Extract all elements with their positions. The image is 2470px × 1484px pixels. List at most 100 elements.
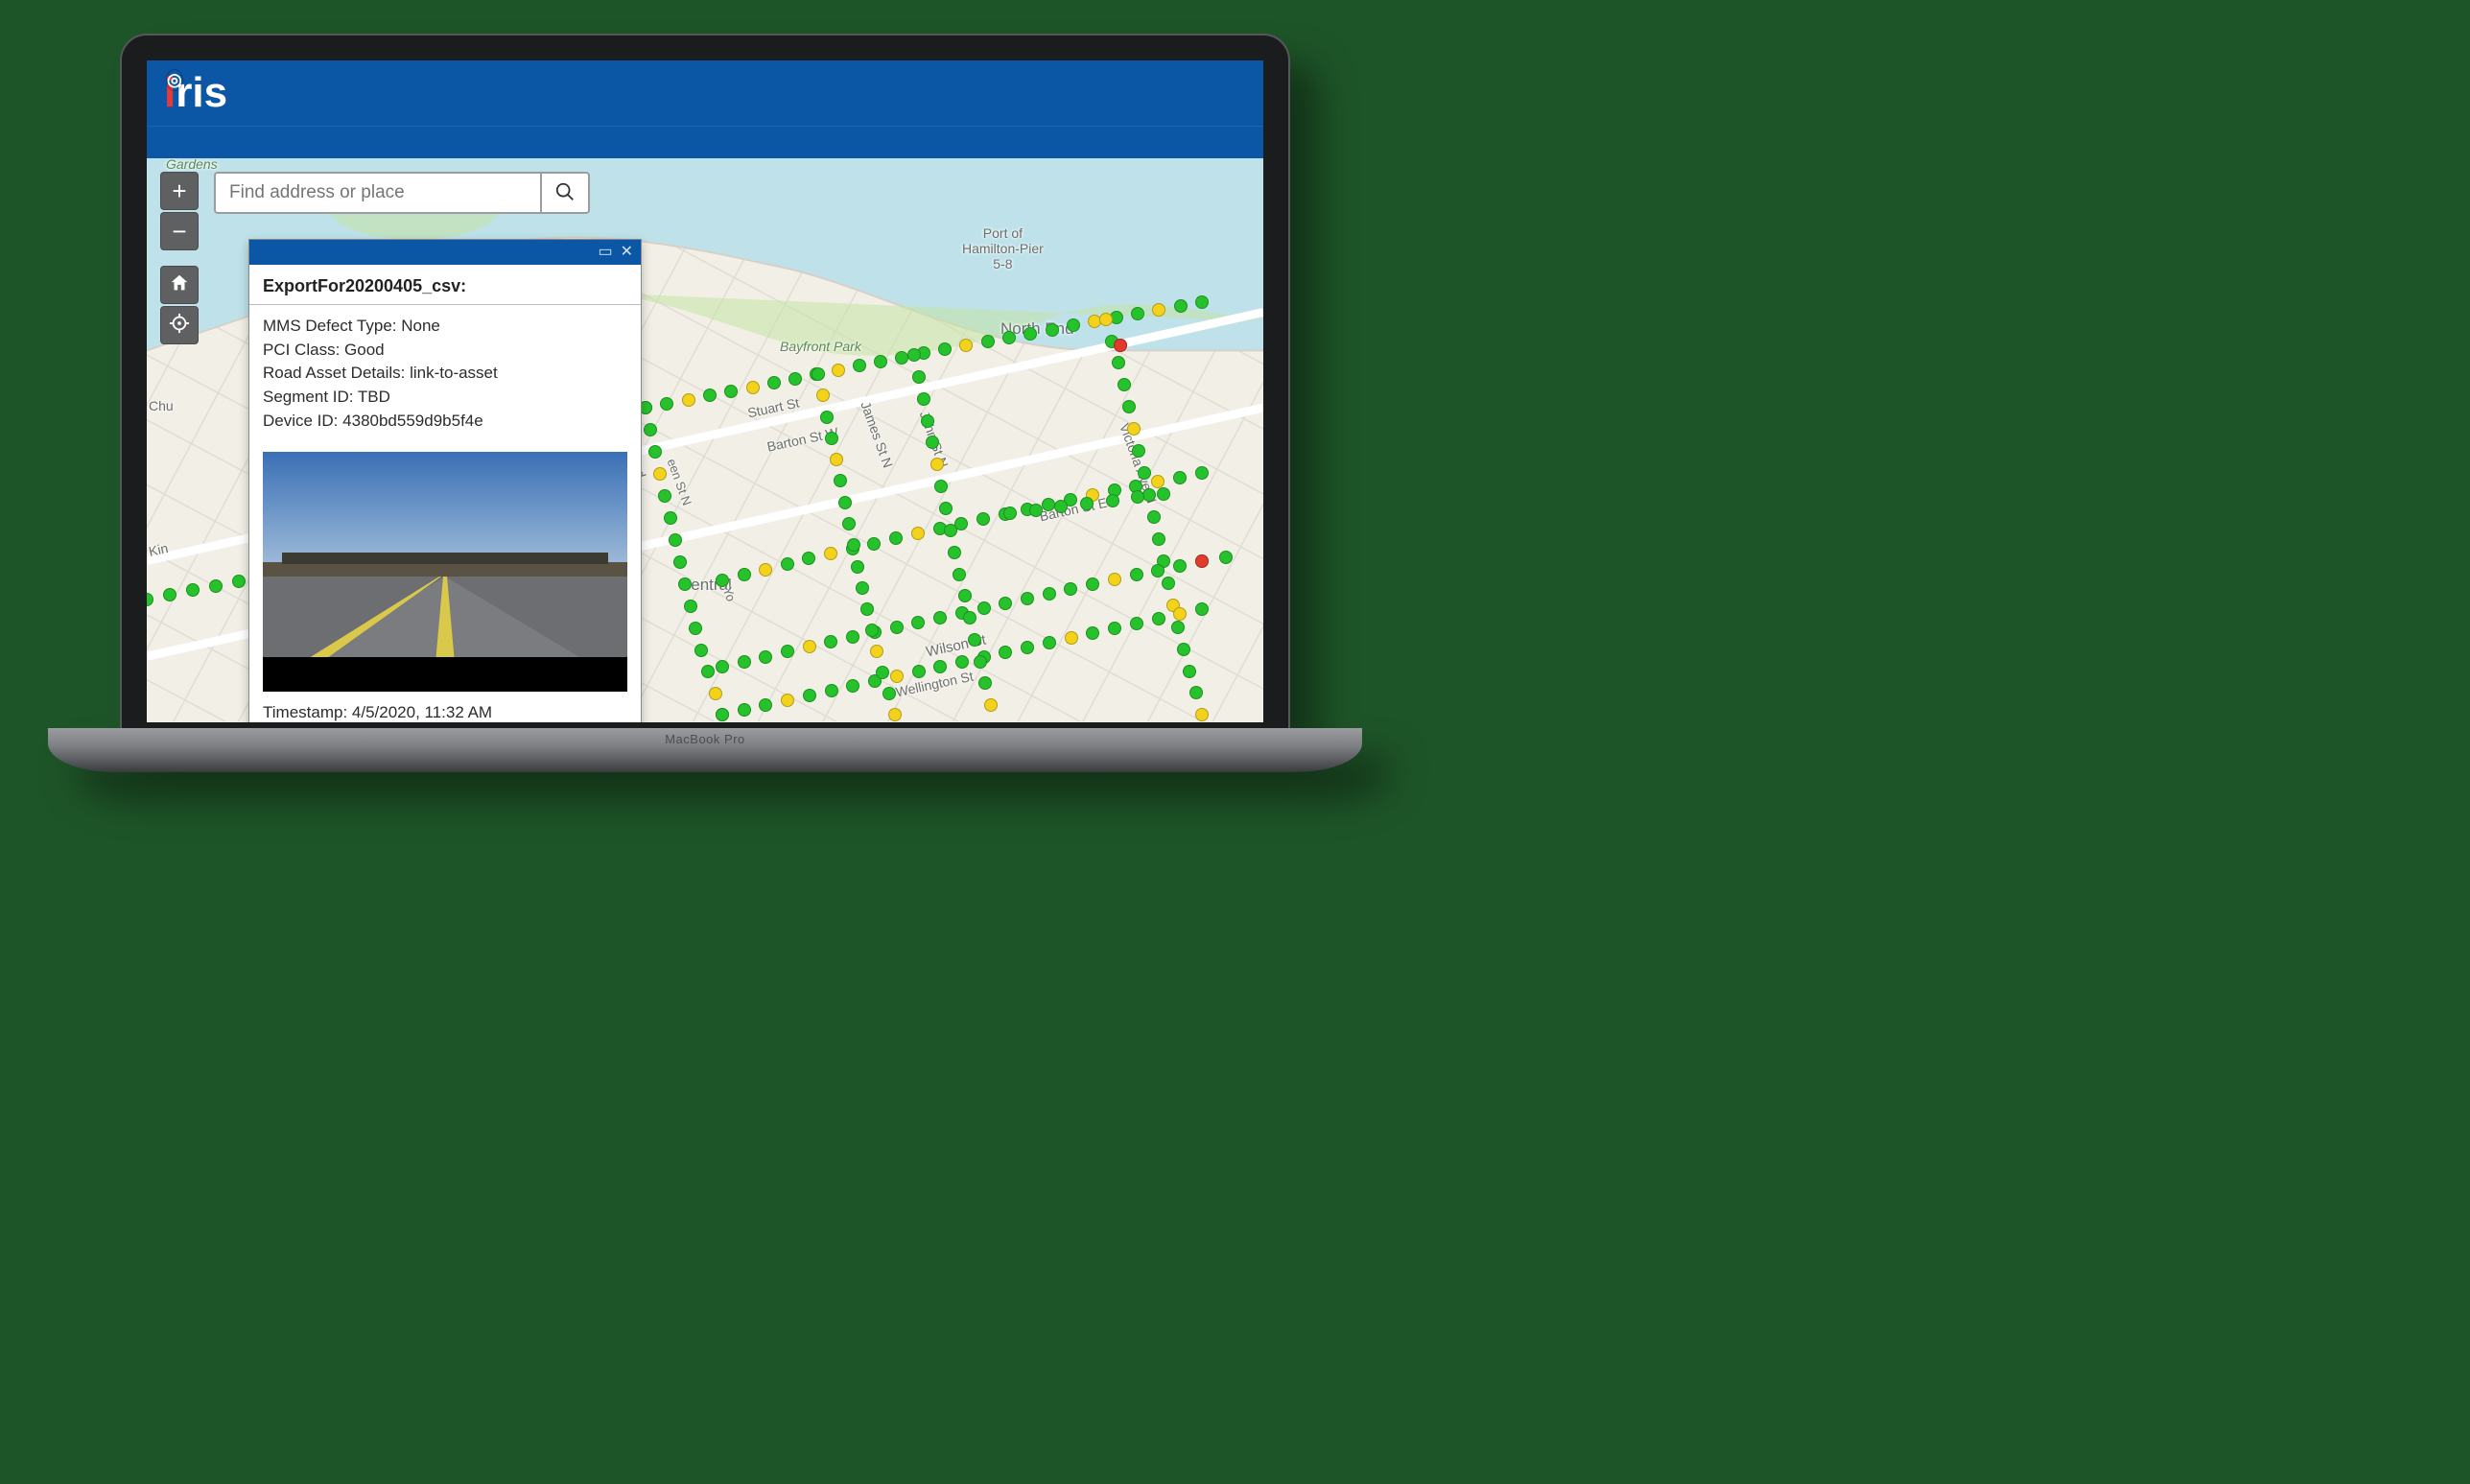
survey-dot[interactable] bbox=[851, 560, 864, 574]
survey-dot[interactable] bbox=[716, 708, 729, 721]
survey-dot[interactable] bbox=[825, 432, 838, 445]
maximize-icon[interactable]: ▭ bbox=[598, 245, 612, 260]
survey-dot[interactable] bbox=[1131, 307, 1144, 320]
survey-dot[interactable] bbox=[1130, 617, 1143, 630]
survey-dot[interactable] bbox=[1195, 602, 1209, 616]
survey-dot[interactable] bbox=[1130, 568, 1143, 581]
survey-dot[interactable] bbox=[955, 655, 969, 669]
survey-dot[interactable] bbox=[684, 600, 697, 613]
survey-dot[interactable] bbox=[709, 687, 722, 700]
survey-dot[interactable] bbox=[1195, 295, 1209, 309]
survey-dot[interactable] bbox=[1043, 636, 1056, 649]
survey-dot[interactable] bbox=[974, 655, 987, 669]
survey-dot[interactable] bbox=[944, 524, 957, 537]
survey-dot[interactable] bbox=[1099, 313, 1113, 326]
survey-dot[interactable] bbox=[803, 640, 816, 653]
survey-dot[interactable] bbox=[963, 611, 976, 624]
survey-dot[interactable] bbox=[1195, 466, 1209, 480]
search-input[interactable] bbox=[214, 172, 540, 214]
survey-dot[interactable] bbox=[1108, 622, 1121, 635]
survey-dot[interactable] bbox=[832, 364, 845, 377]
survey-dot[interactable] bbox=[669, 533, 682, 547]
survey-dot[interactable] bbox=[1112, 356, 1125, 369]
popup-titlebar[interactable]: ▭ ✕ bbox=[249, 240, 641, 265]
home-button[interactable] bbox=[160, 266, 199, 304]
survey-dot[interactable] bbox=[912, 370, 926, 384]
survey-dot[interactable] bbox=[825, 684, 838, 697]
survey-dot[interactable] bbox=[209, 579, 223, 593]
survey-dot[interactable] bbox=[664, 511, 677, 525]
survey-dot[interactable] bbox=[759, 563, 772, 577]
survey-dot[interactable] bbox=[1117, 378, 1131, 391]
survey-dot[interactable] bbox=[673, 555, 687, 569]
locate-button[interactable] bbox=[160, 306, 199, 344]
survey-dot[interactable] bbox=[1177, 643, 1190, 656]
close-icon[interactable]: ✕ bbox=[621, 245, 633, 260]
survey-dot[interactable] bbox=[816, 389, 830, 402]
survey-dot[interactable] bbox=[694, 644, 708, 657]
survey-dot[interactable] bbox=[912, 665, 926, 678]
survey-dot[interactable] bbox=[911, 527, 925, 540]
survey-dot[interactable] bbox=[1003, 506, 1017, 520]
survey-dot[interactable] bbox=[888, 708, 902, 721]
survey-dot[interactable] bbox=[1173, 471, 1187, 484]
survey-dot[interactable] bbox=[746, 381, 760, 394]
survey-dot[interactable] bbox=[1065, 631, 1078, 645]
survey-dot[interactable] bbox=[1151, 564, 1164, 577]
survey-dot[interactable] bbox=[767, 376, 781, 389]
survey-dot[interactable] bbox=[1108, 573, 1121, 586]
survey-dot[interactable] bbox=[1173, 559, 1187, 573]
survey-dot[interactable] bbox=[890, 621, 904, 634]
survey-dot[interactable] bbox=[824, 547, 837, 560]
survey-dot[interactable] bbox=[1114, 339, 1127, 352]
survey-dot[interactable] bbox=[867, 537, 881, 551]
survey-dot[interactable] bbox=[933, 611, 947, 624]
survey-dot[interactable] bbox=[917, 392, 930, 406]
survey-dot[interactable] bbox=[1080, 497, 1094, 510]
survey-dot[interactable] bbox=[1046, 323, 1059, 337]
survey-dot[interactable] bbox=[1029, 504, 1043, 517]
survey-dot[interactable] bbox=[1043, 587, 1056, 601]
survey-dot[interactable] bbox=[716, 574, 729, 587]
survey-dot[interactable] bbox=[1183, 665, 1196, 678]
zoom-out-button[interactable]: − bbox=[160, 212, 199, 250]
survey-dot[interactable] bbox=[1147, 510, 1161, 524]
search-button[interactable] bbox=[540, 172, 590, 214]
survey-dot[interactable] bbox=[1189, 686, 1203, 699]
survey-dot[interactable] bbox=[1002, 331, 1016, 344]
survey-dot[interactable] bbox=[682, 393, 695, 407]
survey-dot[interactable] bbox=[820, 411, 834, 424]
survey-dot[interactable] bbox=[1152, 532, 1165, 546]
survey-dot[interactable] bbox=[232, 575, 246, 588]
survey-dot[interactable] bbox=[812, 367, 825, 381]
survey-dot[interactable] bbox=[759, 650, 772, 664]
survey-dot[interactable] bbox=[860, 602, 874, 616]
survey-dot[interactable] bbox=[1152, 612, 1165, 625]
survey-dot[interactable] bbox=[788, 372, 802, 386]
survey-dot[interactable] bbox=[847, 538, 860, 552]
survey-dot[interactable] bbox=[984, 698, 998, 712]
survey-dot[interactable] bbox=[830, 453, 843, 466]
survey-dot[interactable] bbox=[1219, 551, 1233, 564]
survey-dot[interactable] bbox=[1157, 487, 1170, 501]
survey-dot[interactable] bbox=[874, 355, 887, 368]
survey-dot[interactable] bbox=[738, 703, 751, 717]
survey-dot[interactable] bbox=[921, 414, 934, 428]
survey-dot[interactable] bbox=[738, 568, 751, 581]
survey-dot[interactable] bbox=[890, 670, 904, 683]
survey-dot[interactable] bbox=[803, 689, 816, 702]
survey-dot[interactable] bbox=[1195, 554, 1209, 568]
survey-dot[interactable] bbox=[838, 496, 852, 509]
survey-dot[interactable] bbox=[856, 581, 869, 595]
survey-dot[interactable] bbox=[1138, 466, 1151, 480]
survey-dot[interactable] bbox=[716, 660, 729, 673]
survey-dot[interactable] bbox=[738, 655, 751, 669]
survey-dot[interactable] bbox=[1174, 299, 1188, 313]
survey-dot[interactable] bbox=[1106, 494, 1119, 507]
survey-dot[interactable] bbox=[1195, 708, 1209, 721]
survey-dot[interactable] bbox=[907, 348, 921, 362]
survey-dot[interactable] bbox=[882, 687, 896, 700]
survey-dot[interactable] bbox=[781, 557, 794, 571]
zoom-in-button[interactable]: + bbox=[160, 172, 199, 210]
survey-dot[interactable] bbox=[977, 601, 991, 615]
